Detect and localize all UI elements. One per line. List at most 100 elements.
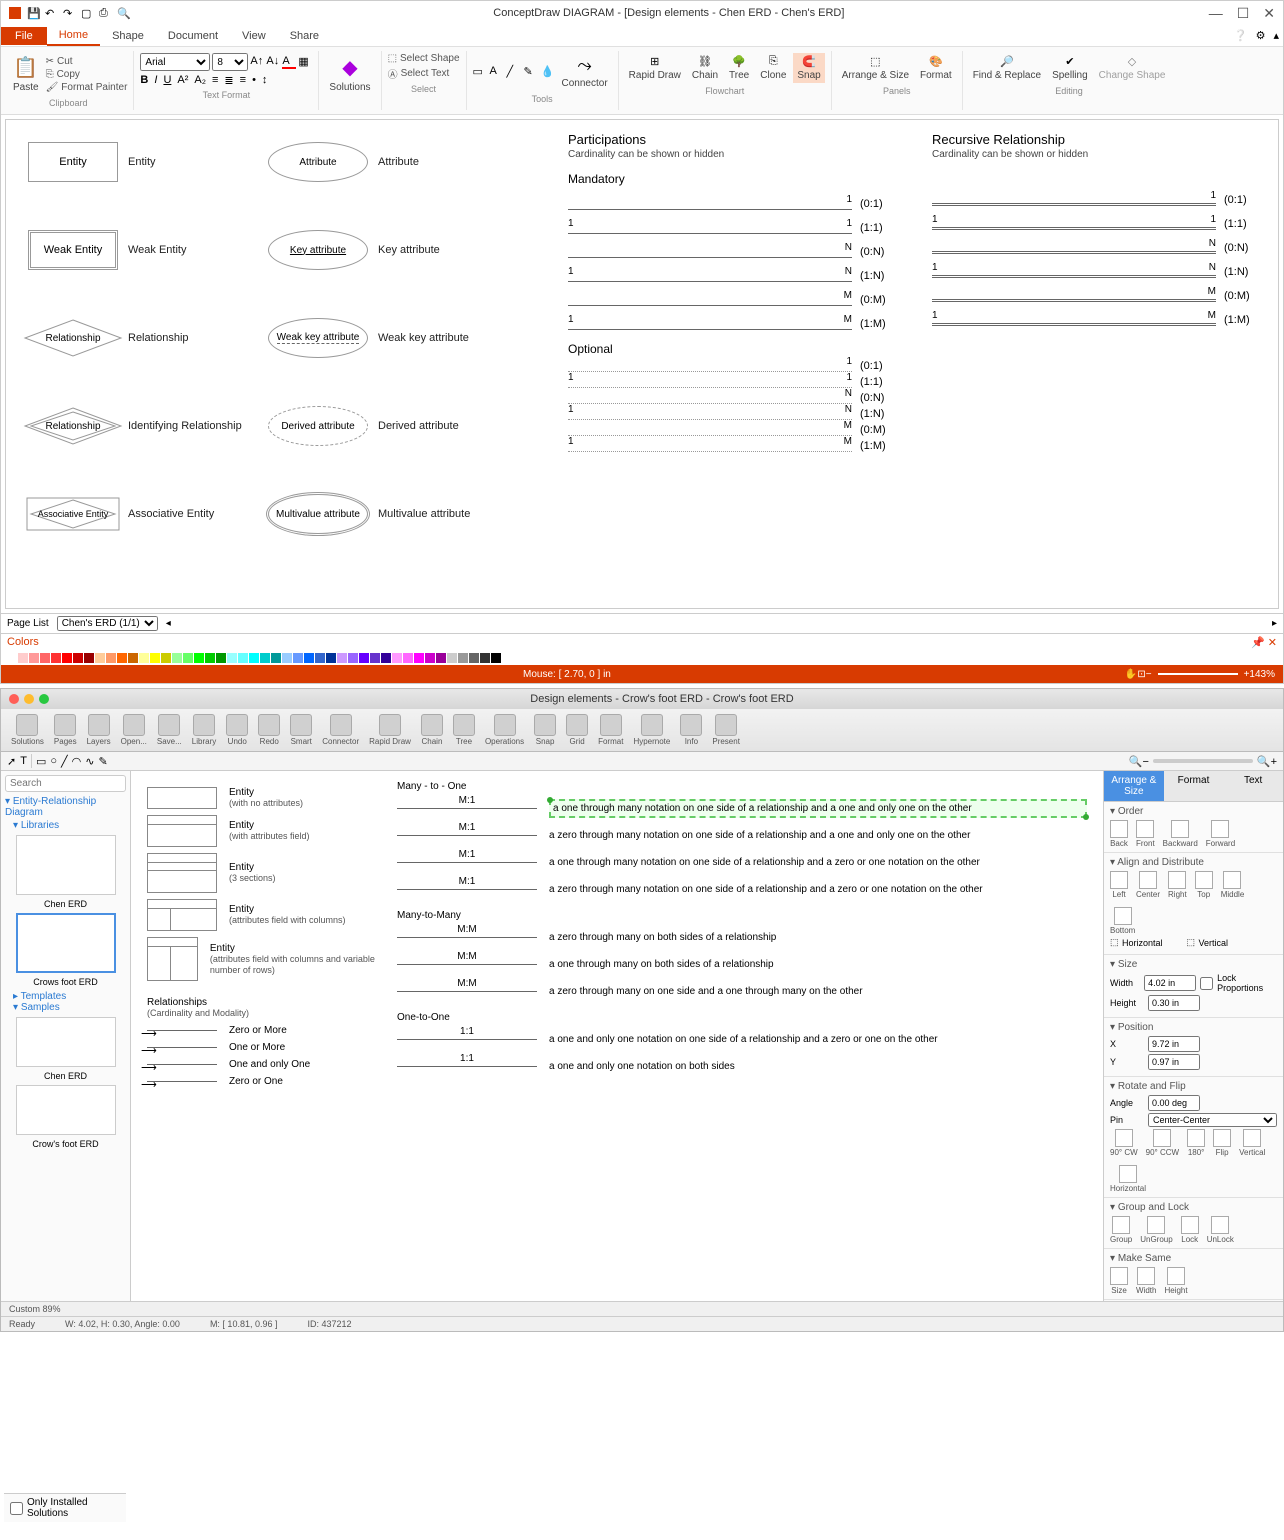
entity-attr-shape[interactable] [147, 815, 217, 847]
color-swatch[interactable] [403, 653, 413, 663]
save--button[interactable]: Save... [153, 712, 186, 748]
rel-line[interactable]: M:1 [397, 889, 537, 890]
rel-line[interactable]: 1:1 [397, 1066, 537, 1067]
color-swatch[interactable] [194, 653, 204, 663]
-ccw-button[interactable]: 90° CCW [1146, 1129, 1179, 1157]
operations-button[interactable]: Operations [481, 712, 528, 748]
color-swatch[interactable] [337, 653, 347, 663]
forward-button[interactable]: Forward [1206, 820, 1235, 848]
save-icon[interactable]: 💾 [27, 7, 39, 19]
line-spacing-icon[interactable]: ↕ [262, 74, 268, 87]
entity-shape[interactable]: Entity [28, 142, 118, 182]
pages-button[interactable]: Pages [50, 712, 81, 748]
change-shape-button[interactable]: ◇Change Shape [1095, 53, 1170, 83]
color-swatch[interactable] [304, 653, 314, 663]
settings-icon[interactable]: ⚙ [1252, 29, 1270, 42]
scroll-left-icon[interactable]: ◂ [166, 618, 171, 629]
back-button[interactable]: Back [1110, 820, 1128, 848]
text-tab[interactable]: Text [1223, 771, 1283, 802]
color-swatch[interactable] [315, 653, 325, 663]
rapid-draw-button[interactable]: Rapid Draw [365, 712, 415, 748]
zoom-out-icon[interactable]: − [1146, 669, 1152, 680]
rect-icon[interactable]: ▭ [36, 755, 46, 768]
rel-line[interactable]: M:1 [397, 862, 537, 863]
derived-attr-shape[interactable]: Derived attribute [268, 406, 368, 446]
chain-button[interactable]: Chain [417, 712, 447, 748]
solutions-button[interactable]: Solutions [7, 712, 48, 748]
redo-icon[interactable]: ↷ [63, 7, 75, 19]
color-swatch[interactable] [128, 653, 138, 663]
snap-button[interactable]: Snap [530, 712, 560, 748]
color-swatch[interactable] [381, 653, 391, 663]
identifying-rel-shape[interactable]: Relationship [23, 406, 123, 446]
height-button[interactable]: Height [1164, 1267, 1187, 1295]
undo-icon[interactable]: ↶ [45, 7, 57, 19]
italic-button[interactable]: I [154, 74, 157, 87]
weak-key-attr-shape[interactable]: Weak key attribute [268, 318, 368, 358]
color-swatch[interactable] [227, 653, 237, 663]
library-button[interactable]: Library [188, 712, 220, 748]
color-swatch[interactable] [370, 653, 380, 663]
color-swatch[interactable] [436, 653, 446, 663]
grid-button[interactable]: Grid [562, 712, 592, 748]
file-menu[interactable]: File [1, 27, 47, 45]
help-icon[interactable]: ❔ [1230, 29, 1252, 42]
search-input[interactable] [5, 775, 126, 792]
vertical-button[interactable]: Vertical [1239, 1129, 1265, 1157]
unlock-button[interactable]: UnLock [1207, 1216, 1234, 1244]
rel-line[interactable]: M:1 [397, 835, 537, 836]
entity-varrows-shape[interactable] [147, 937, 198, 981]
chen-sample-thumb[interactable] [16, 1017, 116, 1067]
clone-button[interactable]: ⎘Clone [756, 53, 790, 83]
line-icon[interactable]: ╱ [61, 755, 68, 768]
width-input[interactable] [1144, 975, 1196, 991]
rel-row[interactable]: 1:1a one and only one notation on both s… [397, 1056, 1087, 1077]
relationship-shape[interactable]: Relationship [23, 318, 123, 358]
color-swatch[interactable] [84, 653, 94, 663]
angle-input[interactable] [1148, 1095, 1200, 1111]
layers-button[interactable]: Layers [83, 712, 115, 748]
color-swatch[interactable] [18, 653, 28, 663]
spelling-button[interactable]: ✔Spelling [1048, 53, 1092, 83]
cut-button[interactable]: ✂Cut [46, 56, 128, 67]
rel-zero-or-more[interactable]: ⟶Zero or More [147, 1025, 377, 1036]
arc-icon[interactable]: ◠ [72, 755, 82, 768]
pin-select[interactable]: Center-Center [1148, 1113, 1277, 1127]
chain-button[interactable]: ⛓Chain [688, 53, 722, 83]
multivalue-attr-shape[interactable]: Multivalue attribute [268, 494, 368, 534]
zoom-dot[interactable] [39, 694, 49, 704]
color-swatch[interactable] [326, 653, 336, 663]
color-swatch[interactable] [260, 653, 270, 663]
lock-button[interactable]: Lock [1181, 1216, 1199, 1244]
chen-erd-thumb[interactable] [16, 835, 116, 895]
rel-one-or-more[interactable]: ⟶One or More [147, 1042, 377, 1053]
crows-foot-thumb[interactable] [16, 913, 116, 973]
tree-button[interactable]: Tree [449, 712, 479, 748]
tree-header[interactable]: ▾ Entity-Relationship Diagram [5, 796, 126, 818]
present-button[interactable]: Present [708, 712, 744, 748]
connector-button[interactable]: Connector [318, 712, 363, 748]
color-swatch[interactable] [447, 653, 457, 663]
color-swatch[interactable] [249, 653, 259, 663]
color-swatch[interactable] [161, 653, 171, 663]
select-text-button[interactable]: ⒶSelect Text [388, 66, 460, 81]
hand-tool-icon[interactable]: ✋ [1125, 669, 1137, 680]
pin-icon[interactable]: 📌 [1251, 637, 1265, 649]
rel-line[interactable]: M:M [397, 937, 537, 938]
format-painter-button[interactable]: 🖌Format Painter [46, 82, 128, 93]
print-icon[interactable]: ⎙ [99, 7, 111, 19]
-cw-button[interactable]: 90° CW [1110, 1129, 1138, 1157]
underline-button[interactable]: U [163, 74, 171, 87]
color-swatch[interactable] [480, 653, 490, 663]
connector-button[interactable]: ⤳ Connector [558, 53, 612, 91]
color-swatch[interactable] [293, 653, 303, 663]
bullets-icon[interactable]: • [252, 74, 256, 87]
align-right-icon[interactable]: ≡ [240, 74, 246, 87]
undo-button[interactable]: Undo [222, 712, 252, 748]
color-swatch[interactable] [73, 653, 83, 663]
height-input[interactable] [1148, 995, 1200, 1011]
smart-button[interactable]: Smart [286, 712, 316, 748]
ellipse-icon[interactable]: ○ [50, 755, 57, 767]
find-replace-button[interactable]: 🔎Find & Replace [969, 53, 1045, 83]
maximize-icon[interactable]: ☐ [1237, 5, 1250, 22]
